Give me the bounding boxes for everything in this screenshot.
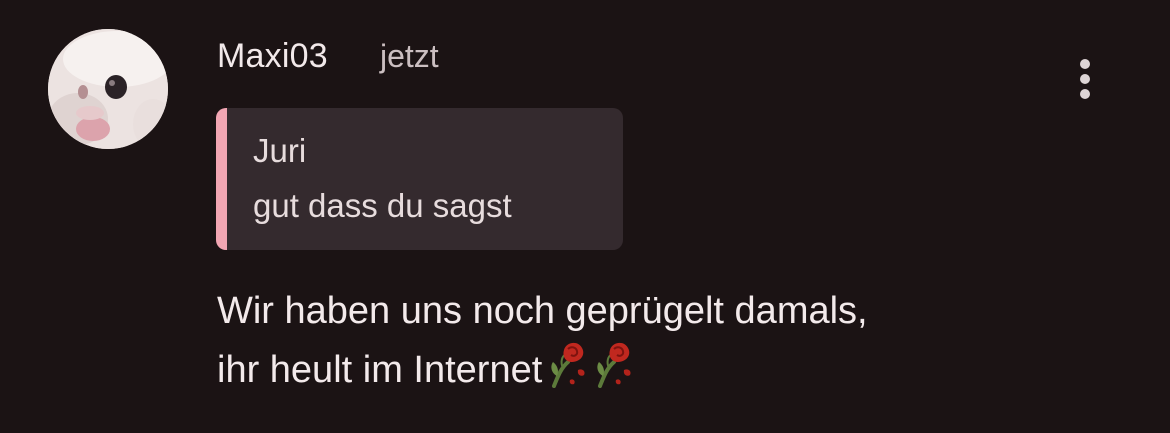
quote-accent-bar (216, 108, 227, 250)
more-vertical-icon[interactable] (1066, 55, 1106, 99)
comment-item: Maxi03 jetzt Juri gut dass du sagst Wir … (0, 0, 1170, 433)
avatar[interactable] (48, 29, 168, 149)
message-line-2-wrapper: ihr heult im Internet (217, 340, 1077, 399)
quoted-reply[interactable]: Juri gut dass du sagst (216, 108, 623, 250)
comment-message: Wir haben uns noch geprügelt damals, ihr… (217, 283, 1077, 399)
timestamp: jetzt (380, 38, 439, 74)
username[interactable]: Maxi03 (217, 36, 328, 76)
wilted-rose-emoji (597, 342, 631, 388)
cat-avatar-image (48, 29, 168, 149)
quote-text: gut dass du sagst (253, 187, 512, 224)
quote-author: Juri (253, 132, 307, 169)
message-line-1: Wir haben uns noch geprügelt damals, (217, 290, 868, 332)
message-line-2: ihr heult im Internet (217, 349, 543, 391)
wilted-rose-emoji (551, 342, 585, 388)
